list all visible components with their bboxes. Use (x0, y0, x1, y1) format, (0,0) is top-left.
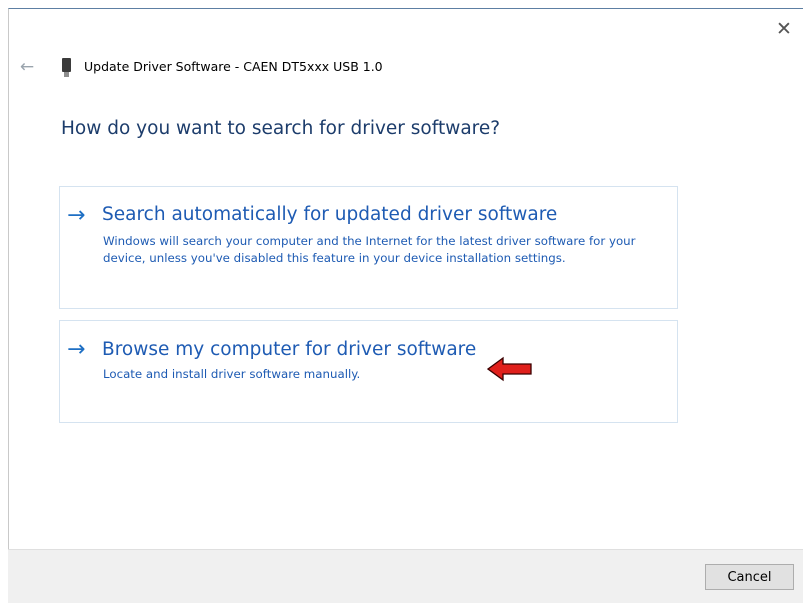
arrow-right-icon: → (67, 203, 86, 228)
search-automatically-option[interactable]: → Search automatically for updated drive… (59, 186, 678, 309)
usb-device-icon (62, 58, 71, 77)
close-icon[interactable]: ✕ (773, 18, 795, 40)
back-arrow-icon[interactable]: ← (17, 58, 37, 76)
arrow-right-icon: → (67, 337, 86, 362)
option-description: Windows will search your computer and th… (103, 234, 636, 265)
cancel-button[interactable]: Cancel (705, 564, 794, 590)
option-description: Locate and install driver software manua… (103, 367, 361, 381)
option-title: Browse my computer for driver software (102, 339, 477, 360)
option-title: Search automatically for updated driver … (102, 204, 558, 225)
red-annotation-arrow-icon (487, 356, 532, 382)
window-title: Update Driver Software - CAEN DT5xxx USB… (84, 59, 383, 74)
page-heading: How do you want to search for driver sof… (61, 118, 501, 139)
footer-bar (8, 549, 803, 603)
browse-computer-option[interactable]: → Browse my computer for driver software… (59, 320, 678, 423)
